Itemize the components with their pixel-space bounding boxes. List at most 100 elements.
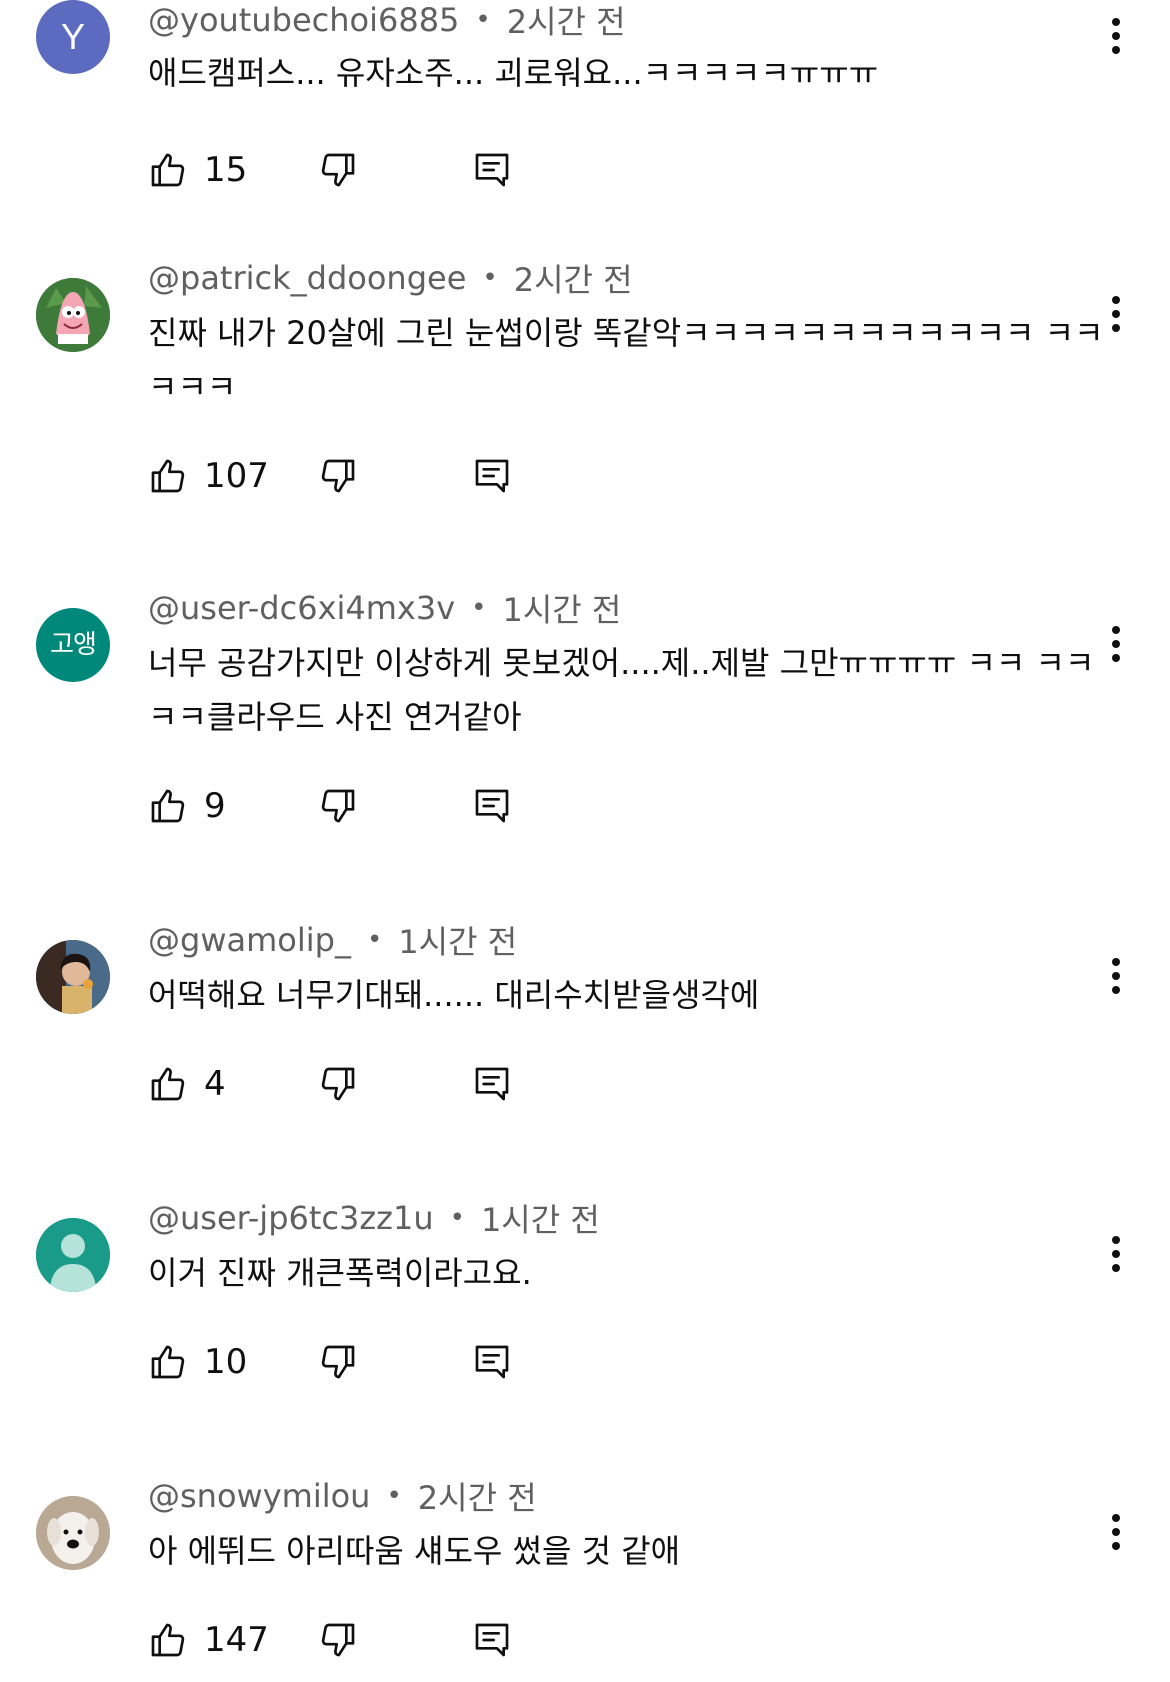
comment-text: 이거 진짜 개큰폭력이라고요.	[148, 1254, 532, 1292]
thumbs-down-icon	[318, 1064, 358, 1104]
reply-comment-icon	[472, 1342, 512, 1382]
comment-actions: 15	[148, 140, 568, 200]
more-vertical-icon	[1112, 296, 1120, 332]
reply-button[interactable]	[472, 446, 512, 506]
separator-dot: •	[386, 1481, 402, 1511]
more-options-button[interactable]	[1096, 946, 1136, 1006]
reply-button[interactable]	[472, 1332, 512, 1392]
separator-dot: •	[482, 263, 498, 293]
more-options-button[interactable]	[1096, 1224, 1136, 1284]
comment-author[interactable]: @youtubechoi6885	[148, 1, 459, 39]
comment-author[interactable]: @user-jp6tc3zz1u	[148, 1199, 434, 1237]
reply-button[interactable]	[472, 140, 512, 200]
avatar[interactable]	[36, 278, 110, 352]
comment-author[interactable]: @snowymilou	[148, 1477, 370, 1515]
separator-dot: •	[475, 5, 491, 35]
dislike-button[interactable]	[318, 1610, 358, 1670]
comment-actions: 9	[148, 776, 568, 836]
like-button[interactable]: 10	[148, 1332, 247, 1392]
avatar[interactable]	[36, 940, 110, 1014]
thumbs-up-icon	[148, 1342, 188, 1382]
reply-button[interactable]	[472, 776, 512, 836]
like-button[interactable]: 9	[148, 776, 226, 836]
comment-text: 너무 공감가지만 이상하게 못보겠어....제..제발 그만ㅠㅠㅠㅠ ㅋㅋ ㅋㅋ…	[148, 644, 1095, 736]
like-count: 10	[204, 1342, 248, 1382]
comment-actions: 10	[148, 1332, 568, 1392]
thumbs-up-icon	[148, 150, 188, 190]
comment-author[interactable]: @gwamolip_	[148, 921, 351, 959]
thumbs-down-icon	[318, 456, 358, 496]
like-count: 15	[204, 150, 248, 190]
snowy-dog-avatar-icon	[36, 1496, 110, 1570]
comment-header: @snowymilou • 2시간 전	[148, 1474, 537, 1518]
comment-time[interactable]: 2시간 전	[514, 255, 633, 301]
comment-time[interactable]: 1시간 전	[503, 585, 622, 631]
avatar[interactable]	[36, 1496, 110, 1570]
thumbs-up-icon	[148, 1620, 188, 1660]
reply-button[interactable]	[472, 1054, 512, 1114]
reply-comment-icon	[472, 786, 512, 826]
default-user-avatar-icon	[36, 1218, 110, 1292]
comment-text: 애드캠퍼스... 유자소주... 괴로워요...ㅋㅋㅋㅋㅋㅠㅠㅠ	[148, 54, 879, 92]
like-count: 107	[204, 456, 269, 496]
avatar-letter: 고앵	[50, 630, 97, 660]
more-vertical-icon	[1112, 18, 1120, 54]
comment-actions: 4	[148, 1054, 568, 1114]
like-button[interactable]: 107	[148, 446, 269, 506]
photo-avatar-icon	[36, 940, 110, 1014]
comment-time[interactable]: 1시간 전	[398, 917, 517, 963]
more-vertical-icon	[1112, 626, 1120, 662]
reply-button[interactable]	[472, 1610, 512, 1670]
thumbs-down-icon	[318, 786, 358, 826]
more-options-button[interactable]	[1096, 614, 1136, 674]
more-options-button[interactable]	[1096, 1502, 1136, 1562]
comment-header: @youtubechoi6885 • 2시간 전	[148, 0, 626, 42]
dislike-button[interactable]	[318, 446, 358, 506]
like-button[interactable]: 4	[148, 1054, 226, 1114]
comment-time[interactable]: 2시간 전	[507, 0, 626, 43]
comment-header: @user-jp6tc3zz1u • 1시간 전	[148, 1196, 600, 1240]
thumbs-down-icon	[318, 1620, 358, 1660]
more-vertical-icon	[1112, 1236, 1120, 1272]
comment-header: @gwamolip_ • 1시간 전	[148, 918, 517, 962]
comment-actions: 107	[148, 446, 568, 506]
more-options-button[interactable]	[1096, 284, 1136, 344]
comment-text: 진짜 내가 20살에 그린 눈썹이랑 똑같악ㅋㅋㅋㅋㅋㅋㅋㅋㅋㅋㅋㅋ ㅋㅋㅋㅋㅋ	[148, 314, 1104, 406]
like-button[interactable]: 15	[148, 140, 247, 200]
like-count: 9	[204, 786, 226, 826]
thumbs-up-icon	[148, 1064, 188, 1104]
more-options-button[interactable]	[1096, 6, 1136, 66]
comment-text: 어떡해요 너무기대돼...... 대리수치받을생각에	[148, 976, 760, 1014]
reply-comment-icon	[472, 150, 512, 190]
dislike-button[interactable]	[318, 776, 358, 836]
reply-comment-icon	[472, 456, 512, 496]
comment-author[interactable]: @patrick_ddoongee	[148, 259, 466, 297]
thumbs-down-icon	[318, 1342, 358, 1382]
like-count: 4	[204, 1064, 226, 1104]
like-button[interactable]: 147	[148, 1610, 269, 1670]
comment-time[interactable]: 1시간 전	[481, 1195, 600, 1241]
comment-header: @user-dc6xi4mx3v • 1시간 전	[148, 586, 621, 630]
thumbs-down-icon	[318, 150, 358, 190]
avatar[interactable]: 고앵	[36, 608, 110, 682]
avatar-letter: Y	[60, 16, 85, 57]
more-vertical-icon	[1112, 1514, 1120, 1550]
avatar[interactable]: Y	[36, 0, 110, 74]
thumbs-up-icon	[148, 786, 188, 826]
avatar[interactable]	[36, 1218, 110, 1292]
separator-dot: •	[449, 1203, 465, 1233]
separator-dot: •	[471, 593, 487, 623]
comment-actions: 147	[148, 1610, 568, 1670]
reply-comment-icon	[472, 1620, 512, 1660]
comment-header: @patrick_ddoongee • 2시간 전	[148, 256, 633, 300]
dislike-button[interactable]	[318, 1332, 358, 1392]
separator-dot: •	[366, 925, 383, 955]
reply-comment-icon	[472, 1064, 512, 1104]
comment-author[interactable]: @user-dc6xi4mx3v	[148, 589, 455, 627]
dislike-button[interactable]	[318, 1054, 358, 1114]
dislike-button[interactable]	[318, 140, 358, 200]
more-vertical-icon	[1112, 958, 1120, 994]
thumbs-up-icon	[148, 456, 188, 496]
comment-time[interactable]: 2시간 전	[418, 1473, 537, 1519]
comment-text: 아 에뛰드 아리따움 섀도우 썼을 것 같애	[148, 1532, 681, 1570]
